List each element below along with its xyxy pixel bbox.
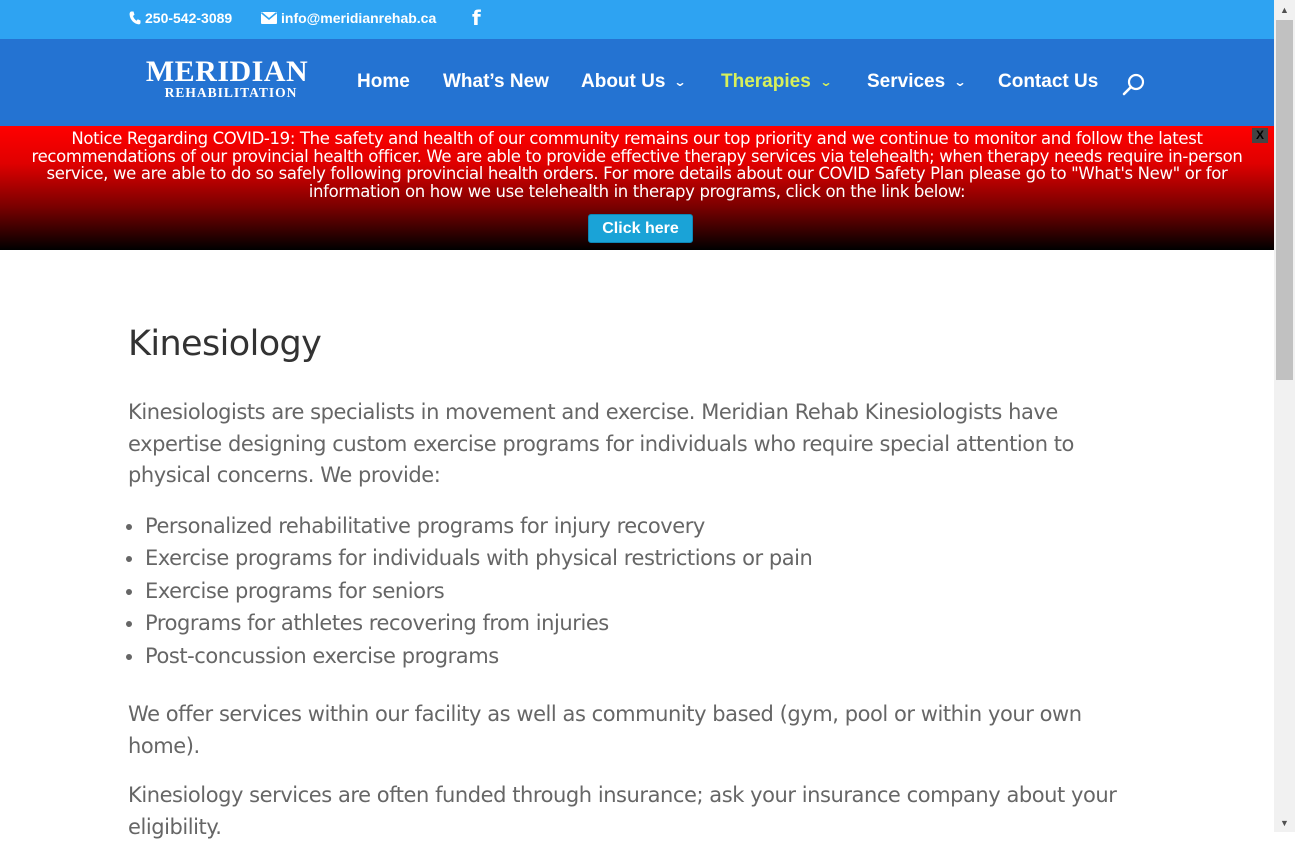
vertical-scrollbar[interactable]: ▲ ▼ bbox=[1274, 0, 1295, 832]
chevron-down-icon: ⌄ bbox=[819, 75, 833, 89]
envelope-icon bbox=[261, 12, 277, 24]
main-content: Kinesiology Kinesiologists are specialis… bbox=[128, 320, 1128, 843]
list-item: Exercise programs for seniors bbox=[145, 575, 1128, 608]
nav-about-us-label: About Us bbox=[581, 71, 666, 92]
nav-contact-us[interactable]: Contact Us bbox=[998, 71, 1098, 93]
scroll-up-arrow-icon[interactable]: ▲ bbox=[1274, 0, 1295, 17]
notice-text: Notice Regarding COVID-19: The safety an… bbox=[31, 129, 1243, 201]
facility-paragraph: We offer services within our facility as… bbox=[128, 702, 1082, 758]
email-address: info@meridianrehab.ca bbox=[281, 10, 437, 26]
search-icon[interactable] bbox=[1122, 73, 1146, 97]
top-bar: 250-542-3089 info@meridianrehab.ca f bbox=[0, 0, 1274, 39]
nav-whats-new[interactable]: What’s New bbox=[443, 71, 549, 93]
facebook-icon[interactable]: f bbox=[472, 6, 481, 30]
list-item: Post-concussion exercise programs bbox=[145, 640, 1128, 673]
scroll-down-arrow-icon[interactable]: ▼ bbox=[1274, 815, 1295, 832]
list-item: Personalized rehabilitative programs for… bbox=[145, 510, 1128, 543]
nav-services-label: Services bbox=[867, 71, 946, 92]
chevron-down-icon: ⌄ bbox=[953, 75, 967, 89]
nav-therapies-label: Therapies bbox=[721, 71, 811, 92]
nav-services[interactable]: Services ⌄ bbox=[867, 71, 967, 93]
logo-line1: MERIDIAN bbox=[145, 55, 309, 88]
phone-link[interactable]: 250-542-3089 bbox=[129, 10, 232, 26]
email-link[interactable]: info@meridianrehab.ca bbox=[261, 10, 436, 26]
scrollbar-thumb[interactable] bbox=[1276, 20, 1293, 380]
close-notice-button[interactable]: X bbox=[1252, 128, 1268, 143]
nav-whats-new-label: What’s New bbox=[443, 71, 549, 92]
list-item: Exercise programs for individuals with p… bbox=[145, 542, 1128, 575]
nav-home[interactable]: Home bbox=[357, 71, 410, 93]
page-title: Kinesiology bbox=[128, 324, 322, 364]
nav-contact-us-label: Contact Us bbox=[998, 71, 1099, 92]
list-item: Programs for athletes recovering from in… bbox=[145, 607, 1128, 640]
services-list: Personalized rehabilitative programs for… bbox=[128, 510, 1128, 673]
phone-icon bbox=[129, 11, 141, 25]
covid-notice-banner: Notice Regarding COVID-19: The safety an… bbox=[0, 126, 1274, 250]
nav-therapies[interactable]: Therapies ⌄ bbox=[721, 71, 833, 93]
logo-line2: REHABILITATION bbox=[164, 85, 298, 100]
main-header: MERIDIAN REHABILITATION Home What’s New … bbox=[0, 39, 1274, 126]
insurance-paragraph: Kinesiology services are often funded th… bbox=[128, 783, 1117, 839]
chevron-down-icon: ⌄ bbox=[673, 75, 688, 89]
intro-paragraph: Kinesiologists are specialists in moveme… bbox=[128, 400, 1074, 487]
nav-about-us[interactable]: About Us ⌄ bbox=[581, 71, 688, 93]
click-here-button[interactable]: Click here bbox=[588, 214, 693, 243]
nav-home-label: Home bbox=[357, 71, 410, 92]
phone-number: 250-542-3089 bbox=[145, 10, 233, 26]
site-logo[interactable]: MERIDIAN REHABILITATION bbox=[137, 57, 317, 105]
